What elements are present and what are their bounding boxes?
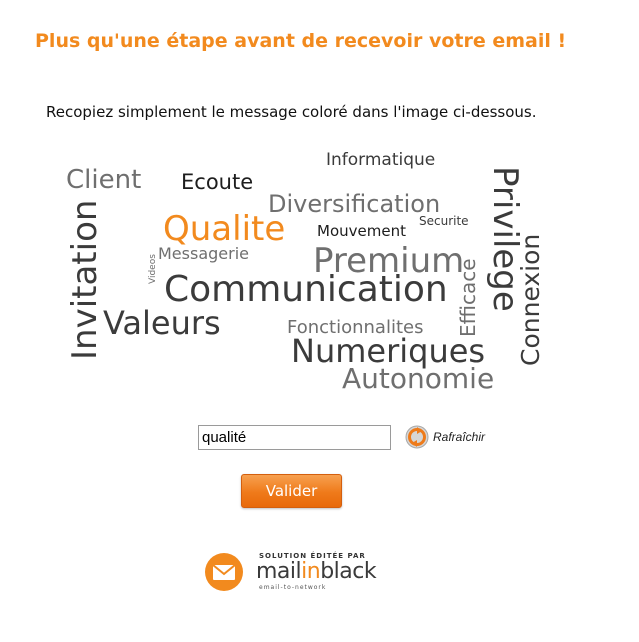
cloud-word-efficace: Efficace [456, 258, 480, 337]
logo-brand: mailinblack [256, 559, 377, 584]
cloud-word-securite: Securite [419, 214, 469, 228]
submit-button[interactable]: Valider [241, 474, 342, 508]
refresh-label[interactable]: Rafraîchir [433, 430, 485, 444]
cloud-word-invitation: Invitation [65, 199, 105, 360]
cloud-word-videos: Videos [148, 254, 158, 284]
mailinblack-logo: SOLUTION ÉDITÉE PAR mailinblack email-to… [204, 552, 404, 592]
logo-brand-part-black: black [320, 559, 377, 584]
logo-brand-part-mail: mail [256, 559, 302, 584]
cloud-word-informatique: Informatique [326, 150, 436, 170]
cloud-word-ecoute: Ecoute [181, 170, 254, 194]
refresh-icon[interactable] [405, 425, 429, 449]
cloud-word-autonomie: Autonomie [342, 362, 495, 395]
cloud-word-valeurs: Valeurs [103, 304, 221, 342]
cloud-word-diversification: Diversification [268, 190, 441, 218]
cloud-word-client: Client [66, 165, 142, 195]
logo-brand-part-in: in [301, 559, 321, 584]
captcha-word-cloud-image: Client Informatique Ecoute Privilege Div… [0, 0, 639, 420]
refresh-captcha-link[interactable]: Rafraîchir [405, 425, 485, 449]
cloud-word-connexion: Connexion [516, 233, 545, 366]
logo-subtitle: email-to-network [259, 584, 327, 591]
cloud-word-communication: Communication [164, 269, 448, 310]
cloud-word-qualite: Qualite [163, 209, 286, 249]
cloud-word-mouvement: Mouvement [317, 222, 406, 240]
envelope-icon [205, 553, 243, 591]
cloud-word-messagerie: Messagerie [158, 244, 249, 263]
captcha-answer-input[interactable] [198, 425, 391, 450]
